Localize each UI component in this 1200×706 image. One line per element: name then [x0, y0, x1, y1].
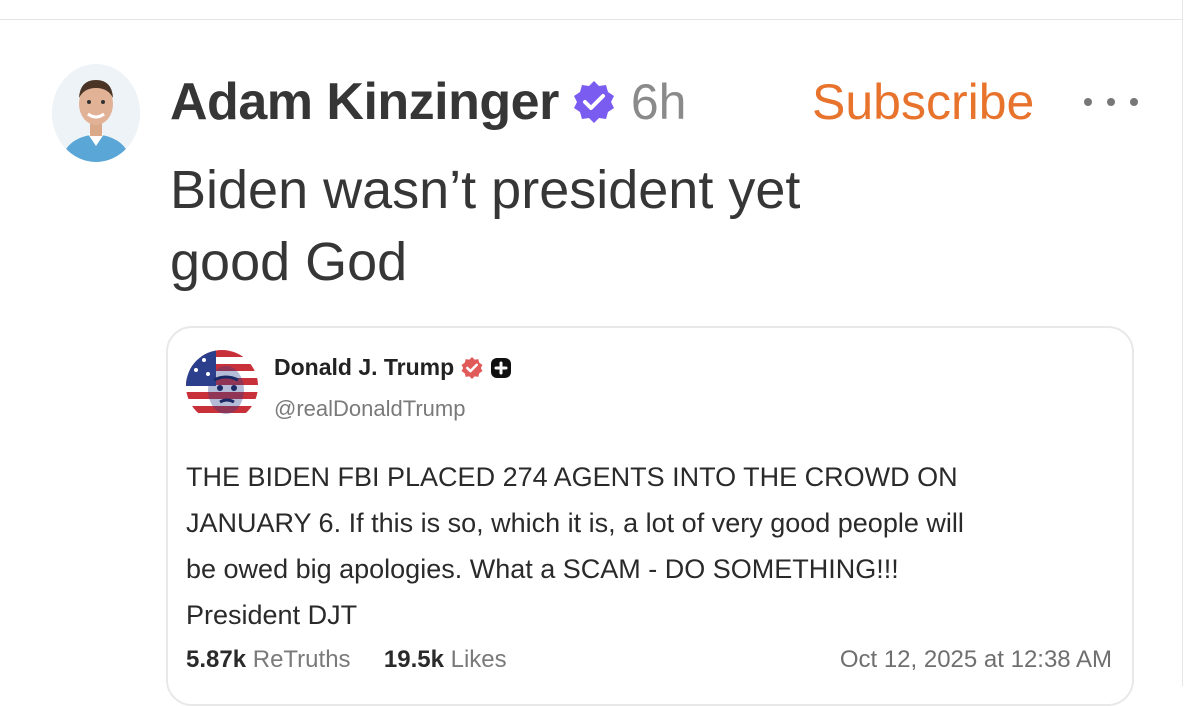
quoted-text-line: THE BIDEN FBI PLACED 274 AGENTS INTO THE… — [186, 462, 958, 492]
plus-badge-icon — [490, 357, 512, 379]
quoted-post-stats: 5.87k ReTruths 19.5k Likes — [186, 646, 507, 674]
quoted-author-avatar[interactable] — [186, 350, 258, 422]
dot — [1130, 98, 1138, 106]
likes-label[interactable]: Likes — [451, 646, 507, 673]
post-text-line: good God — [170, 232, 408, 292]
quoted-post-text: THE BIDEN FBI PLACED 274 AGENTS INTO THE… — [186, 454, 1126, 638]
quoted-text-line: be owed big apologies. What a SCAM - DO … — [186, 554, 899, 584]
dot — [1084, 98, 1092, 106]
subscribe-button[interactable]: Subscribe — [812, 72, 1034, 132]
post-timestamp: 6h — [630, 74, 687, 130]
retruths-label[interactable]: ReTruths — [253, 646, 351, 673]
scrollbar-track[interactable] — [1182, 0, 1183, 686]
more-options-icon[interactable] — [1084, 88, 1138, 116]
quoted-author-handle[interactable]: @realDonaldTrump — [274, 396, 465, 422]
verified-badge-icon — [571, 79, 617, 125]
quoted-post-date: Oct 12, 2025 at 12:38 AM — [839, 646, 1112, 673]
verified-badge-icon — [460, 356, 484, 380]
author-avatar[interactable] — [52, 64, 140, 162]
likes-count[interactable]: 19.5k — [384, 646, 444, 673]
post-header: Adam Kinzinger 6h — [170, 72, 686, 132]
quoted-text-line: President DJT — [186, 600, 358, 630]
quoted-post-card[interactable]: Donald J. Trump @realDonaldTrump THE BID… — [166, 326, 1134, 706]
quoted-author-row: Donald J. Trump — [274, 354, 512, 381]
post-text: Biden wasn’t president yet good God — [170, 154, 1070, 298]
quoted-text-line: JANUARY 6. If this is so, which it is, a… — [186, 508, 964, 538]
top-divider — [0, 19, 1182, 20]
dot — [1107, 98, 1115, 106]
quoted-author-name[interactable]: Donald J. Trump — [274, 354, 454, 381]
post-text-line: Biden wasn’t president yet — [170, 160, 801, 220]
retruths-count[interactable]: 5.87k — [186, 646, 246, 673]
author-name[interactable]: Adam Kinzinger — [170, 72, 559, 132]
